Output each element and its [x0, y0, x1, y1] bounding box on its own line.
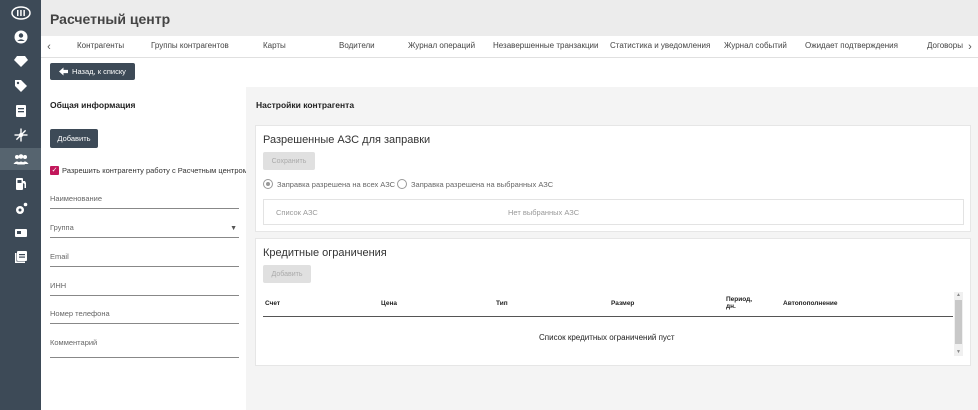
back-to-list-button[interactable]: Назад, к списку [50, 63, 135, 80]
general-info-title: Общая информация [50, 100, 136, 110]
tab-bar: ‹ Контрагенты Группы контрагентов Карты … [41, 36, 978, 58]
arrow-left-icon [59, 67, 69, 76]
back-button-label: Назад, к списку [72, 67, 126, 76]
gear-user-icon[interactable] [0, 198, 41, 220]
column-header-type: Тип [496, 300, 508, 307]
library-icon[interactable] [0, 246, 41, 268]
scroll-thumb[interactable] [955, 300, 962, 344]
group-select[interactable]: Группа ▼ [50, 223, 239, 238]
radio-all-stations-label: Заправка разрешена на всех АЗС [277, 180, 396, 189]
tab-stats-notifications[interactable]: Статистика и уведомления [610, 41, 710, 50]
tab-pending-transactions[interactable]: Незавершенные транзакции [493, 41, 598, 50]
allow-work-checkbox[interactable]: ✓ [50, 166, 59, 175]
allow-work-label: Разрешить контрагенту работу с Расчетным… [62, 166, 248, 175]
radio-all-stations[interactable] [263, 179, 273, 189]
tab-events-log[interactable]: Журнал событий [724, 41, 787, 50]
station-list-label: Список АЗС [276, 208, 318, 217]
name-field[interactable]: Наименование [50, 194, 239, 209]
column-header-auto-refill: Автопополнение [783, 300, 838, 307]
phone-field[interactable]: Номер телефона [50, 309, 239, 324]
tab-operations-log[interactable]: Журнал операций [408, 41, 475, 50]
network-icon[interactable] [0, 124, 41, 146]
logo-icon[interactable] [0, 2, 41, 24]
card-icon[interactable] [0, 222, 41, 244]
column-header-account: Счет [265, 300, 281, 307]
dropdown-caret-icon: ▼ [230, 225, 237, 232]
allowed-stations-title: Разрешенные АЗС для заправки [263, 134, 431, 146]
tab-scroll-left-icon[interactable]: ‹ [41, 36, 57, 57]
settings-title: Настройки контрагента [256, 100, 355, 110]
add-button[interactable]: Добавить [50, 129, 98, 148]
tab-counterparty-groups[interactable]: Группы контрагентов [151, 41, 229, 50]
page-title: Расчетный центр [50, 11, 171, 27]
credit-limits-title: Кредитные ограничения [263, 247, 387, 259]
scroll-up-icon[interactable]: ▲ [954, 292, 963, 299]
comment-field[interactable]: Комментарий [50, 338, 239, 358]
no-stations-selected: Нет выбранных АЗС [508, 208, 580, 217]
save-button[interactable]: Сохранить [263, 152, 315, 170]
tab-scroll-right-icon[interactable]: › [962, 36, 978, 57]
user-icon[interactable] [0, 26, 41, 48]
header: Расчетный центр [41, 0, 978, 36]
fuel-pump-icon[interactable] [0, 173, 41, 195]
station-list-box: Список АЗС Нет выбранных АЗС [263, 199, 964, 225]
table-header-divider [263, 316, 953, 317]
email-field[interactable]: Email [50, 252, 239, 267]
users-icon[interactable] [0, 148, 41, 170]
add-credit-button[interactable]: Добавить [263, 265, 311, 283]
document-icon[interactable] [0, 100, 41, 122]
scroll-down-icon[interactable]: ▼ [954, 349, 963, 356]
credit-empty-message: Список кредитных ограничений пуст [539, 333, 675, 342]
column-header-price: Цена [381, 300, 397, 307]
inn-field[interactable]: ИНН [50, 281, 239, 296]
tab-contracts[interactable]: Договоры [927, 41, 963, 50]
tab-counterparties[interactable]: Контрагенты [77, 41, 124, 50]
diamond-icon[interactable] [0, 50, 41, 72]
credit-table-scrollbar[interactable]: ▲ ▼ [954, 292, 963, 356]
tab-drivers[interactable]: Водители [339, 41, 375, 50]
tag-icon[interactable] [0, 75, 41, 97]
column-header-period: Период, дн. [726, 296, 753, 310]
radio-selected-stations-label: Заправка разрешена на выбранных АЗС [411, 180, 554, 189]
tab-cards[interactable]: Карты [263, 41, 286, 50]
panel-divider [246, 87, 255, 410]
sidebar [0, 0, 41, 410]
column-header-size: Размер [611, 300, 635, 307]
radio-selected-stations[interactable] [397, 179, 407, 189]
tab-awaiting-confirmation[interactable]: Ожидает подтверждения [805, 41, 898, 50]
